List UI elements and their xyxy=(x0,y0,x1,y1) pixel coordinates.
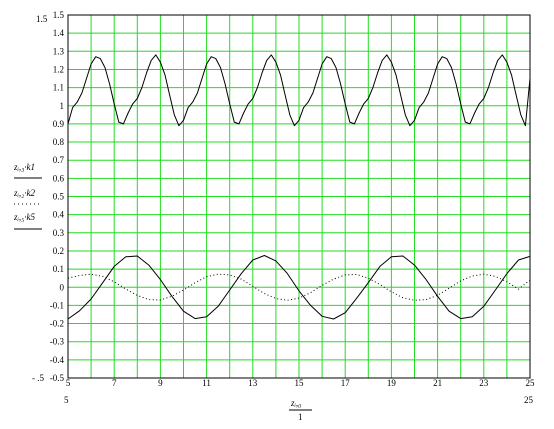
y-tick-label: -0.4 xyxy=(50,355,65,365)
y-tick-label: 0.9 xyxy=(53,119,65,129)
x-left-limit-label: 5 xyxy=(64,395,69,405)
y-tick-label: -0.3 xyxy=(50,337,65,347)
x-tick-label: 5 xyxy=(66,378,71,388)
y-tick-label: 0.6 xyxy=(53,173,65,183)
x-tick-label: 21 xyxy=(433,378,442,388)
chart: 1.5 1.4 1.3 1.2 1.1 1 0.9 0.8 0.7 0.6 0.5 0.4 0.3 0.2… xyxy=(0,0,554,424)
x-label-denominator: 1 xyxy=(298,412,303,422)
y-tick-label: 0.2 xyxy=(53,246,64,256)
y-bottom-limit-label: - .5 xyxy=(32,373,44,383)
y-axis-label: zᵢ,₃·k1 zᵢ,₂·k2 zᵢ,₅·k5 xyxy=(13,162,42,230)
y-tick-label: 0.4 xyxy=(53,210,65,220)
x-tick-label: 13 xyxy=(248,378,258,388)
y-tick-label: 1.1 xyxy=(53,83,64,93)
y-label-series-1: zᵢ,₃·k1 xyxy=(13,162,35,172)
x-tick-label: 15 xyxy=(295,378,305,388)
x-right-limit-label: 25 xyxy=(524,395,534,405)
x-tick-label: 9 xyxy=(158,378,163,388)
x-tick-label: 7 xyxy=(112,378,117,388)
y-label-series-3: zᵢ,₅·k5 xyxy=(13,212,36,222)
tick-labels: 1.5 1.4 1.3 1.2 1.1 1 0.9 0.8 0.7 0.6 0.5 0.4 0.3 0.2… xyxy=(50,10,535,388)
y-tick-label: 0.8 xyxy=(53,137,65,147)
y-tick-label: 0.3 xyxy=(53,228,65,238)
y-tick-label: -0.2 xyxy=(50,319,64,329)
y-tick-label: 0.7 xyxy=(53,155,65,165)
y-tick-label: 1.4 xyxy=(53,28,65,38)
y-tick-label: -0.5 xyxy=(50,373,65,383)
y-tick-label: 0 xyxy=(60,282,65,292)
y-tick-label: 0.1 xyxy=(53,264,64,274)
x-label-numerator: zᵢ,₀ xyxy=(290,398,301,408)
y-tick-label: -0.1 xyxy=(50,300,64,310)
y-tick-label: 1.3 xyxy=(53,46,65,56)
x-axis-label: zᵢ,₀ 1 xyxy=(289,398,312,422)
x-tick-label: 19 xyxy=(387,378,397,388)
x-tick-label: 17 xyxy=(341,378,351,388)
x-tick-label: 25 xyxy=(526,378,536,388)
y-tick-label: 1.5 xyxy=(53,10,65,20)
y-tick-label: 1 xyxy=(60,101,65,111)
grid xyxy=(68,15,530,378)
x-tick-label: 11 xyxy=(202,378,211,388)
y-label-series-2: zᵢ,₂·k2 xyxy=(13,188,36,198)
y-tick-label: 1.2 xyxy=(53,64,64,74)
y-top-limit-label: 1.5 xyxy=(36,14,48,24)
chart-svg: 1.5 1.4 1.3 1.2 1.1 1 0.9 0.8 0.7 0.6 0.5 0.4 0.3 0.2… xyxy=(13,10,535,422)
x-tick-label: 23 xyxy=(479,378,489,388)
y-tick-label: 0.5 xyxy=(53,192,65,202)
